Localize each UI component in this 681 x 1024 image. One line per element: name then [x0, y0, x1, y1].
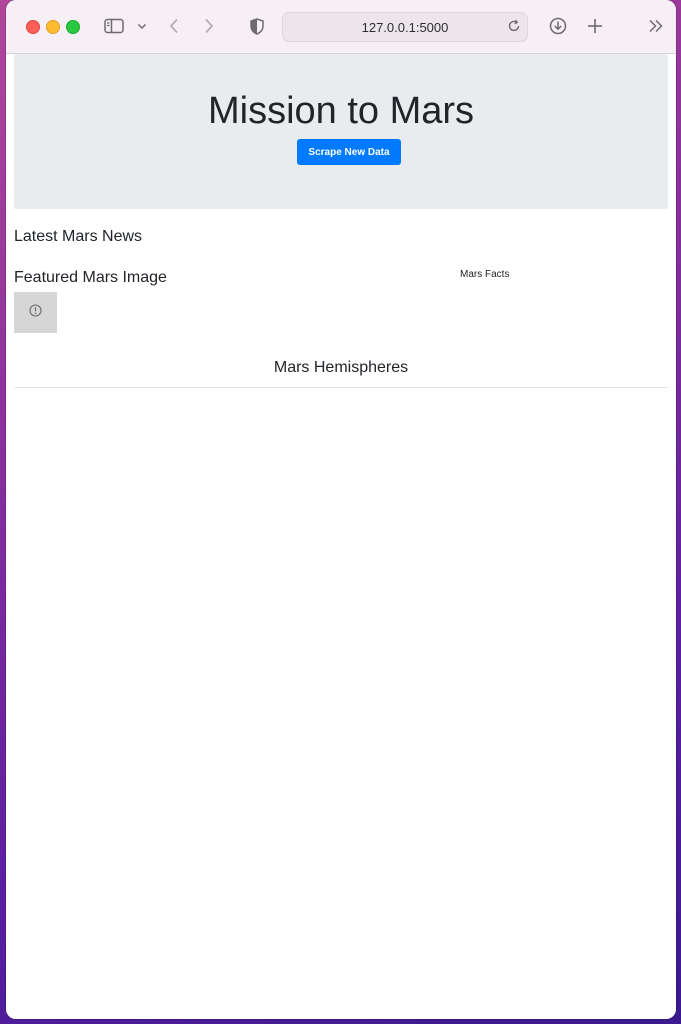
featured-image-placeholder	[14, 292, 57, 333]
mars-facts-label: Mars Facts	[460, 269, 510, 280]
minimize-window-button[interactable]	[46, 20, 60, 34]
hemispheres-heading: Mars Hemispheres	[273, 359, 409, 376]
address-bar[interactable]: 127.0.0.1:5000	[282, 12, 528, 42]
sidebar-icon[interactable]	[103, 14, 125, 38]
forward-icon[interactable]	[201, 14, 217, 38]
back-icon[interactable]	[166, 14, 182, 38]
chevrons-right-icon[interactable]	[646, 14, 666, 38]
browser-toolbar: 127.0.0.1:5000	[6, 0, 676, 54]
scrape-button[interactable]: Scrape New Data	[297, 139, 401, 165]
news-heading: Latest Mars News	[14, 228, 143, 245]
download-icon[interactable]	[547, 14, 569, 38]
url-text: 127.0.0.1:5000	[361, 19, 449, 35]
broken-image-icon	[29, 303, 42, 322]
page-content: Mission to Mars Scrape New Data Latest M…	[6, 54, 676, 1019]
chevron-down-icon[interactable]	[135, 14, 149, 38]
zoom-window-button[interactable]	[66, 20, 80, 34]
jumbotron: Mission to Mars Scrape New Data	[14, 54, 668, 209]
reload-icon[interactable]	[507, 19, 521, 36]
plus-icon[interactable]	[584, 14, 606, 38]
browser-window: 127.0.0.1:5000 Mission to Mars Scrape Ne…	[6, 0, 676, 1019]
hemispheres-divider	[14, 387, 668, 388]
shield-icon[interactable]	[248, 14, 266, 38]
close-window-button[interactable]	[26, 20, 40, 34]
featured-image-heading: Featured Mars Image	[14, 269, 167, 286]
page-title: Mission to Mars	[207, 90, 475, 132]
